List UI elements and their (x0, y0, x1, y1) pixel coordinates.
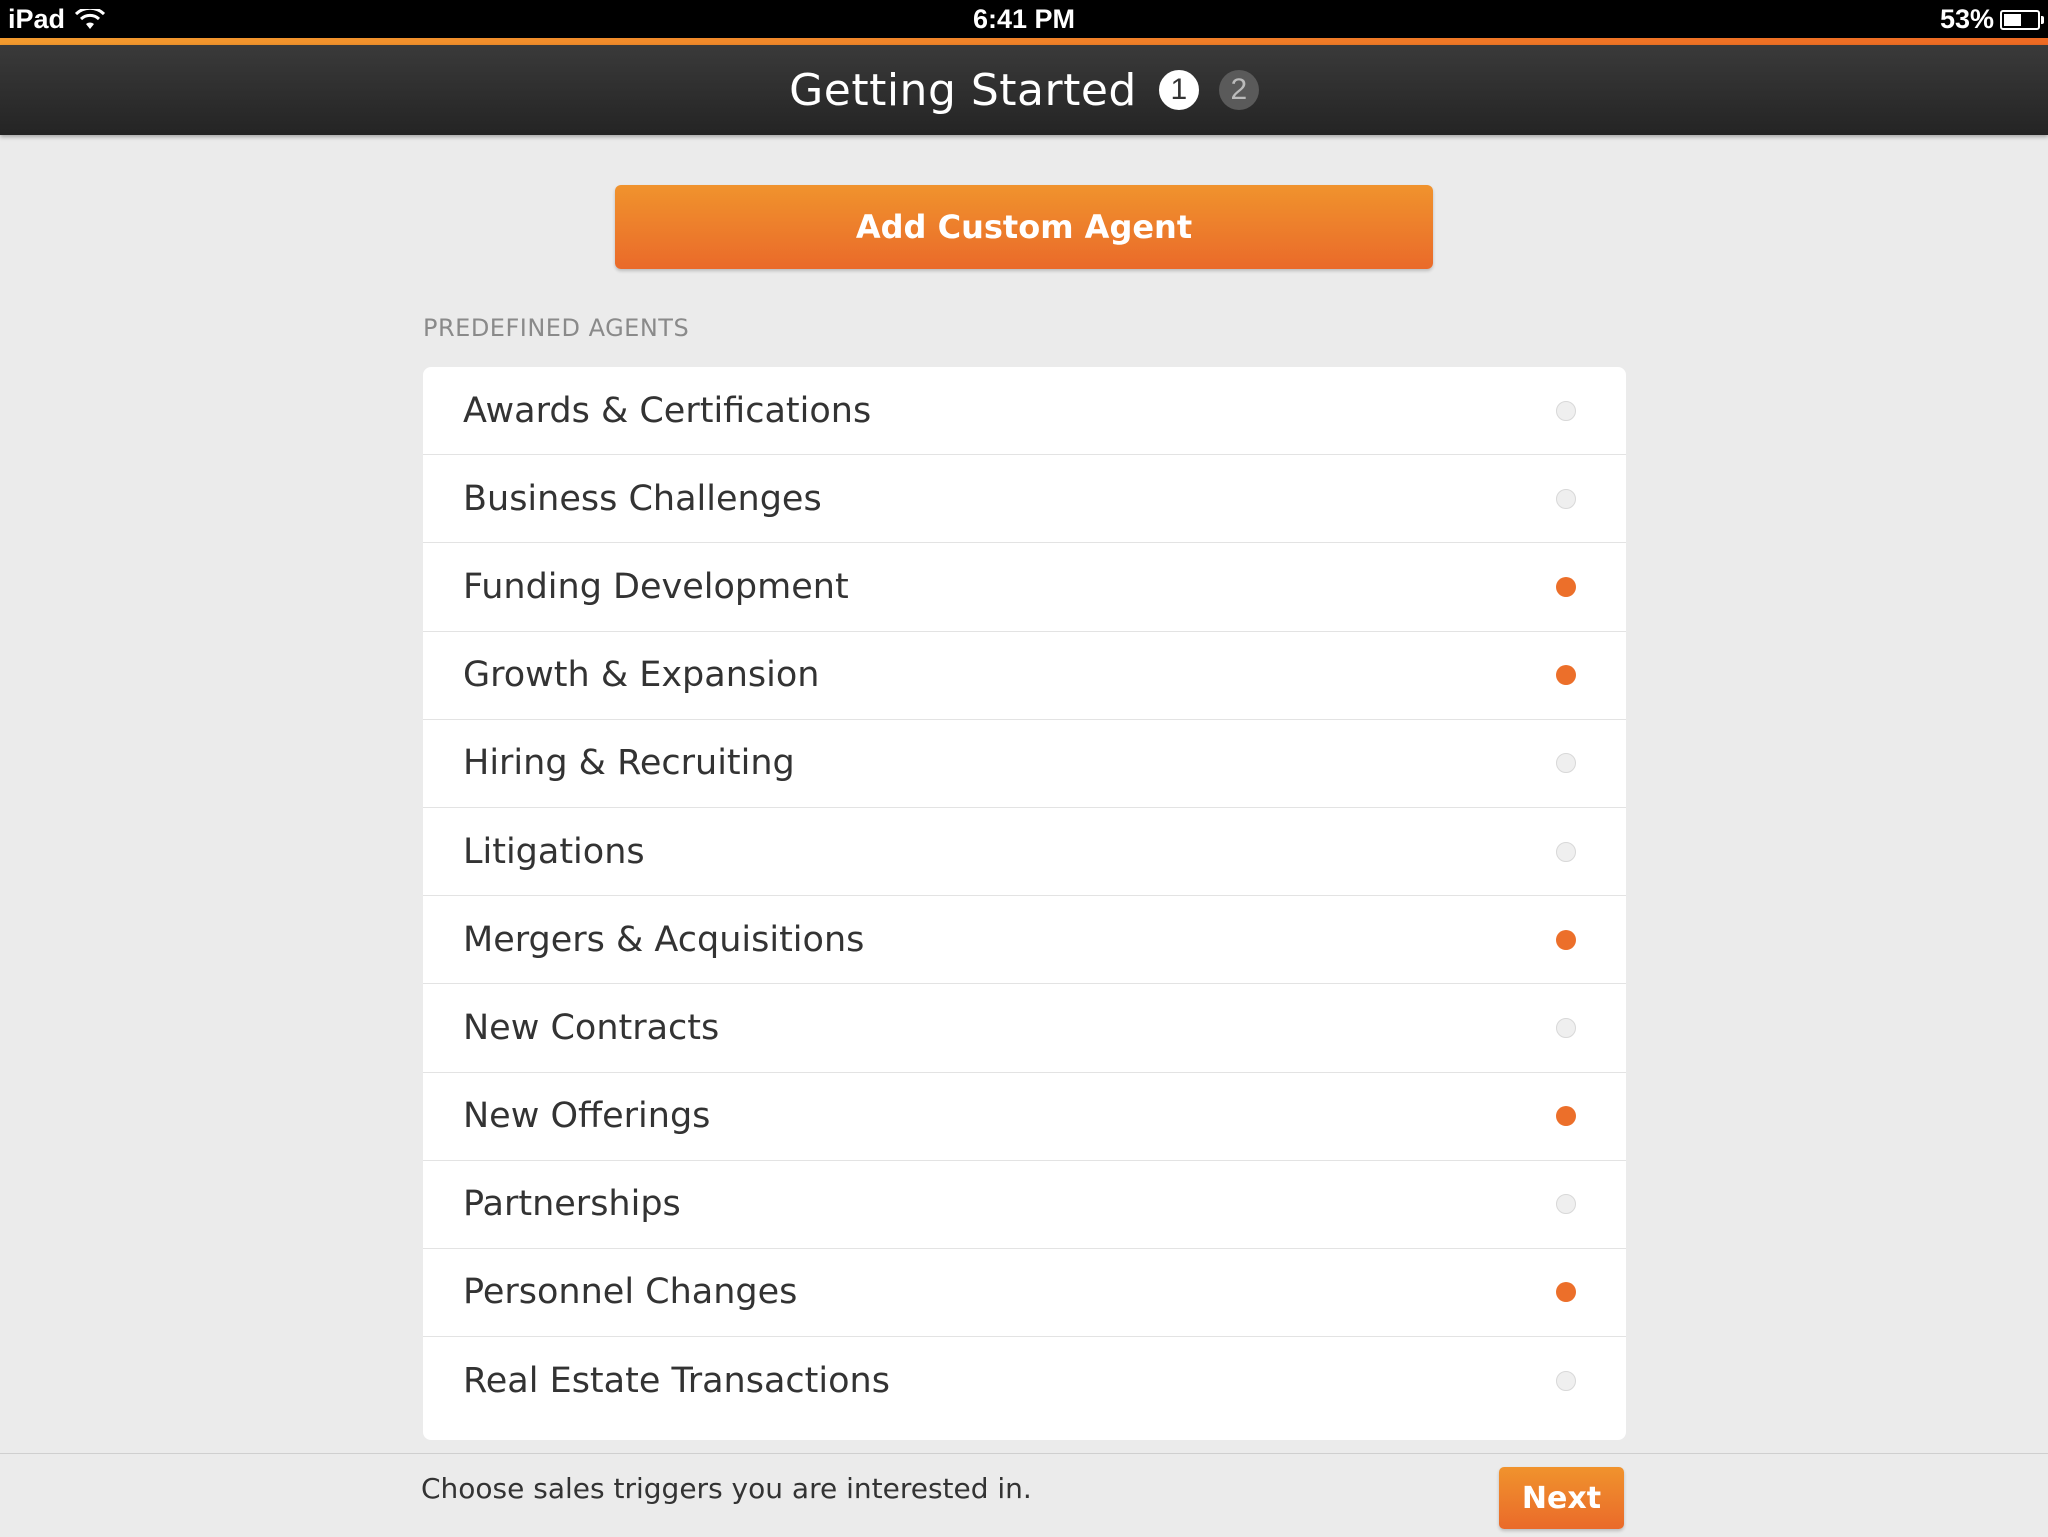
bottom-bar: Choose sales triggers you are interested… (0, 1453, 2048, 1537)
unselected-dot-icon[interactable] (1556, 1017, 1576, 1038)
selected-dot-icon[interactable] (1556, 929, 1576, 950)
unselected-dot-icon[interactable] (1556, 1371, 1576, 1392)
agent-list-item[interactable]: Hiring & Recruiting (423, 720, 1626, 808)
battery-percent: 53% (1939, 4, 1994, 34)
add-custom-agent-button[interactable]: Add Custom Agent (615, 185, 1433, 269)
agent-list-item[interactable]: Business Challenges (423, 455, 1626, 544)
agent-label: New Offerings (463, 1096, 711, 1137)
selected-dot-icon[interactable] (1556, 1282, 1576, 1303)
agent-list-item[interactable]: Litigations (423, 808, 1626, 897)
step-indicator-1: 1 (1158, 70, 1199, 110)
agent-label: Partnerships (463, 1184, 681, 1225)
agent-list: Awards & Certifications Business Challeng… (423, 367, 1626, 1440)
unselected-dot-icon[interactable] (1556, 488, 1576, 509)
page-title: Getting Started (789, 64, 1137, 116)
agent-list-item[interactable]: New Contracts (423, 984, 1626, 1073)
next-button[interactable]: Next (1499, 1467, 1624, 1529)
step-indicator-2: 2 (1218, 70, 1259, 110)
selected-dot-icon[interactable] (1556, 576, 1576, 597)
agent-list-item[interactable]: Personnel Changes (423, 1249, 1626, 1338)
agent-label: Real Estate Transactions (463, 1361, 890, 1402)
agent-label: Hiring & Recruiting (463, 743, 795, 784)
footer-instruction: Choose sales triggers you are interested… (421, 1472, 1032, 1505)
clock: 6:41 PM (972, 4, 1076, 34)
unselected-dot-icon[interactable] (1556, 1194, 1576, 1215)
agent-list-item[interactable]: Real Estate Transactions (423, 1337, 1626, 1425)
unselected-dot-icon[interactable] (1556, 400, 1576, 421)
unselected-dot-icon[interactable] (1556, 841, 1576, 862)
agent-label: Business Challenges (463, 478, 822, 519)
agent-list-item[interactable]: Mergers & Acquisitions (423, 896, 1626, 985)
agent-label: Awards & Certifications (463, 390, 872, 431)
status-bar: iPad 6:41 PM 53% (0, 0, 2048, 38)
selected-dot-icon[interactable] (1556, 665, 1576, 686)
agent-list-item[interactable]: Growth & Expansion (423, 632, 1626, 720)
agent-label: Growth & Expansion (463, 655, 820, 696)
unselected-dot-icon[interactable] (1556, 753, 1576, 774)
agent-list-item[interactable]: Awards & Certifications (423, 367, 1626, 456)
battery-icon (2000, 9, 2044, 30)
selected-dot-icon[interactable] (1556, 1106, 1576, 1127)
agent-label: New Contracts (463, 1007, 720, 1048)
battery-indicator: 53% (1939, 4, 2044, 35)
agent-list-item[interactable]: Partnerships (423, 1161, 1626, 1249)
agent-list-item[interactable]: Funding Development (423, 543, 1626, 632)
agent-label: Personnel Changes (463, 1272, 798, 1313)
accent-line (0, 38, 2048, 45)
agent-label: Funding Development (463, 566, 849, 607)
agent-label: Litigations (463, 831, 645, 872)
agent-label: Mergers & Acquisitions (463, 919, 865, 960)
battery-fill (2004, 13, 2021, 26)
nav-bar: Getting Started 1 2 (0, 45, 2048, 135)
section-label: PREDEFINED AGENTS (423, 314, 690, 342)
agent-list-item[interactable]: New Offerings (423, 1073, 1626, 1161)
